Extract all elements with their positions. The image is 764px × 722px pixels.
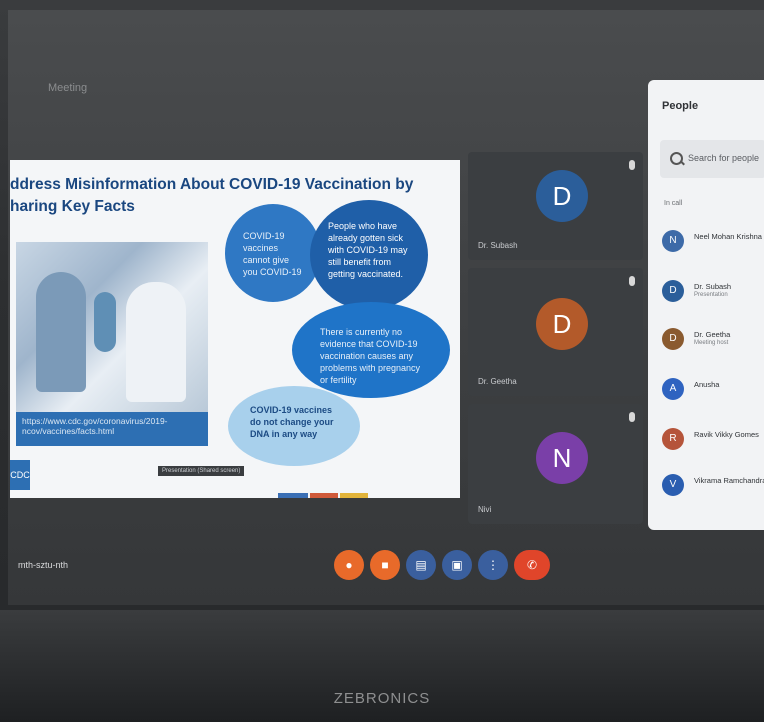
slide-colorbar-yellow bbox=[340, 493, 368, 498]
people-panel-title: People bbox=[662, 100, 699, 112]
person-row[interactable]: V Vikrama Ramchandran bbox=[662, 474, 764, 500]
person-row[interactable]: D Dr. Geetha Meeting host bbox=[662, 328, 764, 354]
brand-logo: ZEBRONICS bbox=[333, 690, 431, 707]
person-row[interactable]: D Dr. Subash Presentation bbox=[662, 280, 764, 306]
search-placeholder: Search for people bbox=[688, 153, 760, 163]
person-name: Neel Mohan Krishna bbox=[694, 232, 762, 241]
participant-tile-3[interactable]: N Nivi bbox=[468, 404, 643, 524]
person-row[interactable]: A Anusha bbox=[662, 378, 764, 404]
person-avatar: N bbox=[662, 230, 684, 252]
more-options-button[interactable]: ⋮ bbox=[478, 550, 508, 580]
participant-avatar-3: N bbox=[536, 432, 588, 484]
participant-name-2: Dr. Geetha bbox=[478, 377, 517, 386]
mic-indicator-icon bbox=[629, 412, 635, 422]
photo-nurse bbox=[94, 292, 116, 352]
end-call-icon: ✆ bbox=[526, 558, 538, 572]
present-button[interactable]: ▣ bbox=[442, 550, 472, 580]
meeting-title: Meeting bbox=[48, 82, 88, 94]
captions-icon: ▤ bbox=[415, 558, 427, 572]
search-icon bbox=[670, 152, 683, 165]
photo-doctor bbox=[126, 282, 186, 402]
slide-colorbar-red bbox=[310, 493, 338, 498]
captions-button[interactable]: ▤ bbox=[406, 550, 436, 580]
slide-colorbar-blue bbox=[278, 493, 308, 498]
more-icon: ⋮ bbox=[487, 558, 499, 572]
participant-tile-2[interactable]: D Dr. Geetha bbox=[468, 268, 643, 396]
participant-avatar-1: D bbox=[536, 170, 588, 222]
monitor: Meeting ddress Misinformation About COVI… bbox=[0, 0, 764, 722]
meeting-control-bar: mth-sztu-nth ● ■ ▤ ▣ ⋮ ✆ bbox=[8, 528, 764, 598]
speech-bubble-1: COVID-19 vaccines cannot give you COVID-… bbox=[225, 204, 321, 302]
slide-title-line1: ddress Misinformation About COVID-19 Vac… bbox=[10, 176, 414, 193]
present-icon: ▣ bbox=[451, 558, 463, 572]
end-call-button[interactable]: ✆ bbox=[514, 550, 550, 580]
person-role: Presentation bbox=[694, 292, 728, 298]
speech-bubble-4: COVID-19 vaccines do not change your DNA… bbox=[228, 386, 360, 466]
person-name: Vikrama Ramchandran bbox=[694, 476, 764, 485]
meeting-screen: Meeting ddress Misinformation About COVI… bbox=[8, 10, 764, 605]
mic-indicator-icon bbox=[629, 276, 635, 286]
shared-slide: ddress Misinformation About COVID-19 Vac… bbox=[10, 160, 460, 498]
camera-icon: ■ bbox=[381, 558, 389, 572]
people-search-input[interactable]: Search for people bbox=[660, 140, 764, 178]
slide-url: https://www.cdc.gov/coronavirus/2019-nco… bbox=[16, 412, 208, 446]
person-row[interactable]: R Ravik Vikky Gomes bbox=[662, 428, 764, 454]
participant-tile-1[interactable]: D Dr. Subash bbox=[468, 152, 643, 260]
mic-indicator-icon bbox=[629, 160, 635, 170]
person-role: Meeting host bbox=[694, 340, 729, 346]
people-panel: People Search for people In call N Neel … bbox=[648, 80, 764, 530]
person-avatar: V bbox=[662, 474, 684, 496]
person-avatar: D bbox=[662, 328, 684, 350]
speech-bubble-2: People who have already gotten sick with… bbox=[310, 200, 428, 310]
speech-bubble-3: There is currently no evidence that COVI… bbox=[292, 302, 450, 398]
participant-avatar-2: D bbox=[536, 298, 588, 350]
mic-button[interactable]: ● bbox=[334, 550, 364, 580]
people-section-label: In call bbox=[664, 200, 683, 207]
person-name: Dr. Geetha bbox=[694, 330, 731, 339]
slide-photo bbox=[16, 242, 208, 412]
slide-logo: CDC bbox=[10, 460, 30, 490]
person-avatar: D bbox=[662, 280, 684, 302]
person-name: Anusha bbox=[694, 380, 720, 389]
person-avatar: A bbox=[662, 378, 684, 400]
person-name: Ravik Vikky Gomes bbox=[694, 430, 759, 439]
mic-icon: ● bbox=[345, 558, 353, 572]
person-avatar: R bbox=[662, 428, 684, 450]
participant-name-3: Nivi bbox=[478, 505, 492, 514]
person-row[interactable]: N Neel Mohan Krishna bbox=[662, 230, 764, 256]
participant-name-1: Dr. Subash bbox=[478, 241, 518, 250]
person-name: Dr. Subash bbox=[694, 282, 732, 291]
meeting-code: mth-sztu-nth bbox=[18, 560, 69, 570]
photo-patient bbox=[36, 272, 86, 392]
presentation-caption: Presentation (Shared screen) bbox=[158, 466, 245, 476]
camera-button[interactable]: ■ bbox=[370, 550, 400, 580]
